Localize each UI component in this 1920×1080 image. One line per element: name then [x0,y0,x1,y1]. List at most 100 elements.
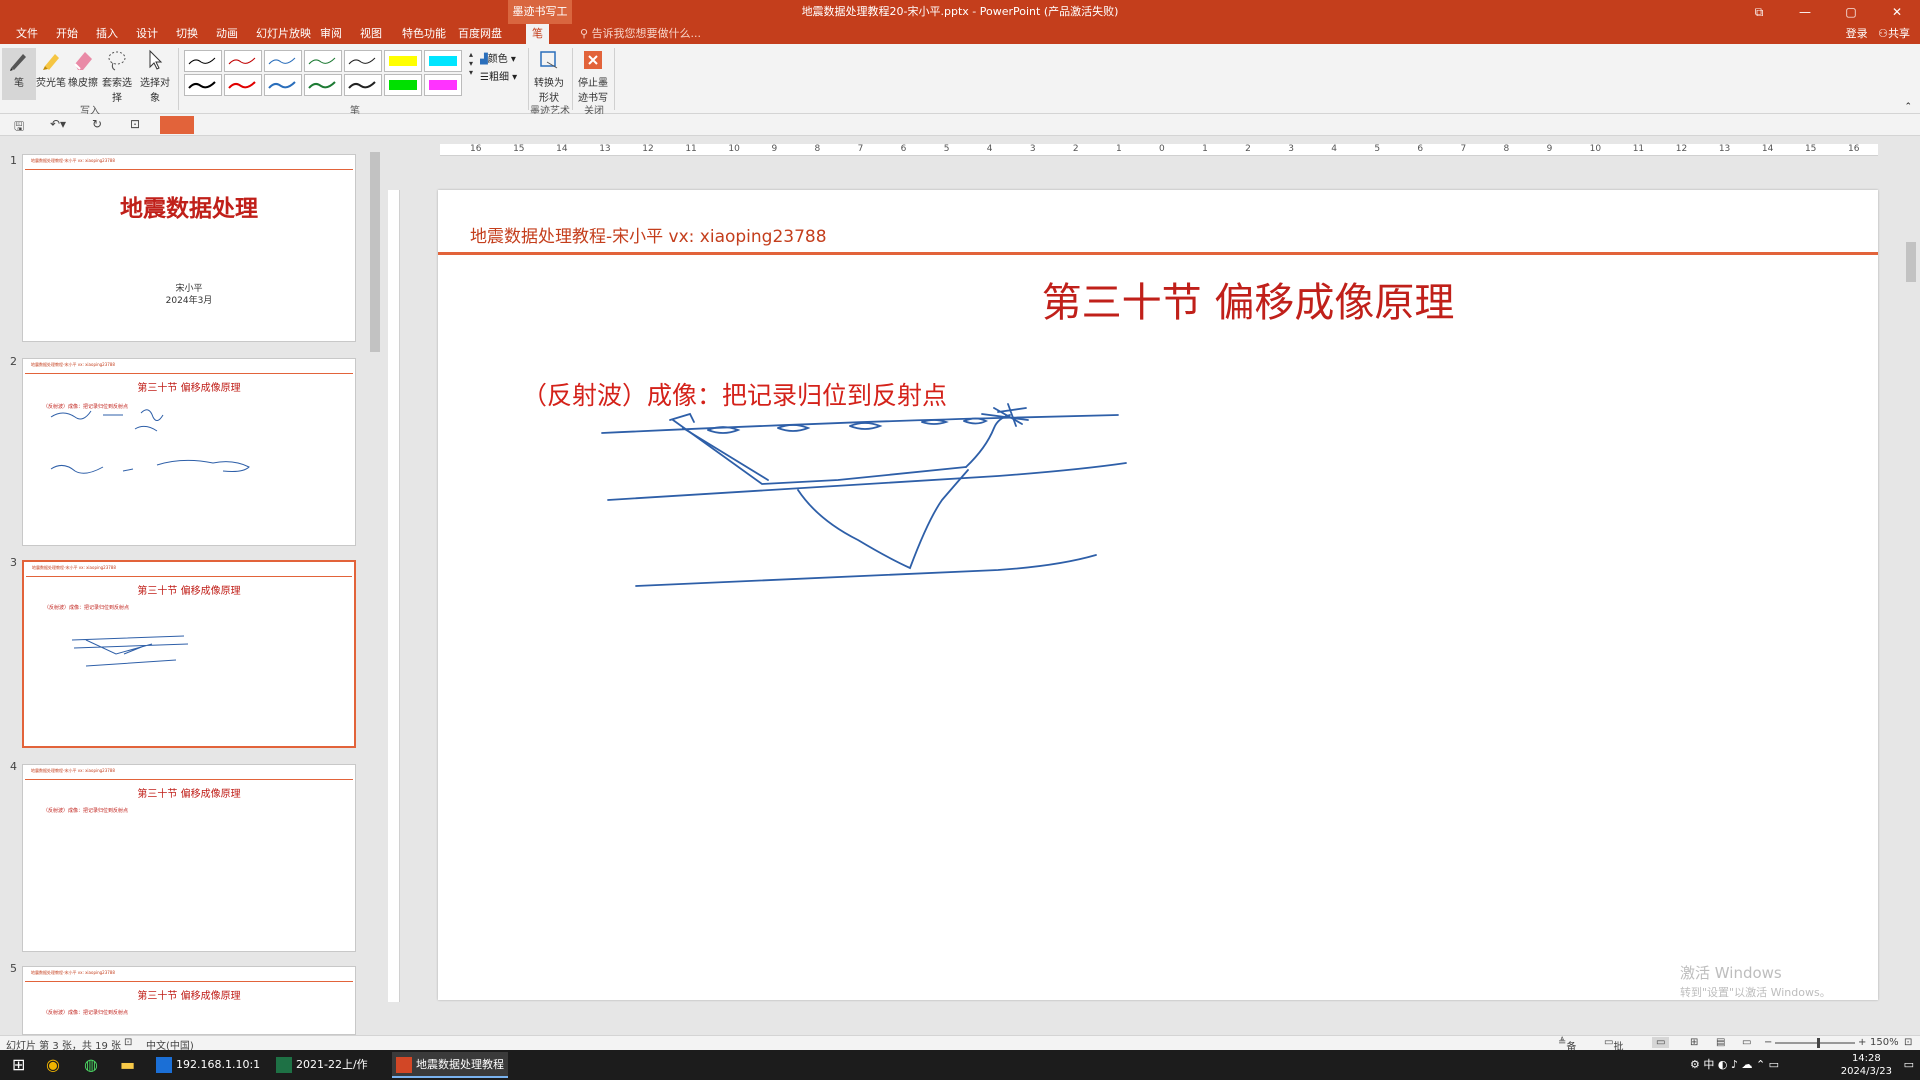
ruler-tick-label: 13 [599,144,611,154]
fit-slide-icon[interactable]: ⊡ [1904,1037,1912,1048]
redo-icon[interactable]: ↻ [92,117,102,131]
tab-view[interactable]: 视图 [354,24,388,44]
pen-swatch[interactable] [424,50,462,72]
ribbon-display-options-icon[interactable]: ⧉ [1736,0,1782,24]
pen-swatch[interactable] [304,50,342,72]
eraser-button[interactable]: 橡皮擦 [66,48,100,89]
tab-file[interactable]: 文件 [10,24,44,44]
undo-icon[interactable]: ↶▾ [50,117,66,131]
thumbnail-header: 地震数据处理教程-宋小平 vx: xiaoping23788 [31,158,115,163]
comments-button[interactable]: ▭ 批注 [1604,1037,1623,1068]
migration-ink-drawing[interactable] [438,190,1878,1000]
ime-indicator[interactable]: 中 [1703,1058,1714,1071]
minimize-button[interactable]: — [1782,0,1828,24]
from-beginning-icon[interactable]: ⊡ [130,117,140,131]
taskbar-app-powerpoint[interactable]: 地震数据处理教程2... [392,1052,508,1078]
notes-button[interactable]: ≜ 备注 [1558,1037,1576,1068]
pen-swatch[interactable] [264,74,302,96]
share-button[interactable]: 共享 [1888,27,1910,40]
slide-thumbnail-1[interactable]: 地震数据处理教程-宋小平 vx: xiaoping23788 地震数据处理 宋小… [22,154,356,342]
tab-slideshow[interactable]: 幻灯片放映 [250,24,317,44]
slide-canvas[interactable]: 地震数据处理教程-宋小平 vx: xiaoping23788 第三十节 偏移成像… [438,190,1878,1000]
window-title: 地震数据处理教程20-宋小平.pptx - PowerPoint (产品激活失败… [801,5,1119,18]
tab-review[interactable]: 审阅 [314,24,348,44]
convert-shapes-icon [540,51,558,69]
zoom-level[interactable]: 150% [1870,1037,1899,1048]
stop-inking-label: 停止墨迹书写 [578,78,608,104]
highlighter-button[interactable]: 荧光笔 [34,48,68,89]
login-link[interactable]: 登录 [1846,27,1868,40]
clock[interactable]: 14:28 2024/3/23 [1841,1052,1892,1078]
tell-me-search[interactable]: ⚲ 告诉我您想要做什么... [580,24,701,44]
zoom-in-icon[interactable]: + [1858,1037,1866,1048]
pen-tool-button[interactable]: 笔 [2,48,36,100]
slide-thumbnail-2[interactable]: 地震数据处理教程-宋小平 vx: xiaoping23788 第三十节 偏移成像… [22,358,356,546]
system-tray-icons[interactable]: ⚙ 中 ◐ ♪ ☁ ⌃ ▭ [1690,1050,1779,1080]
pen-swatch[interactable] [384,74,422,96]
powerpoint-icon [396,1057,412,1073]
pen-swatch[interactable] [384,50,422,72]
slide-sorter-icon[interactable]: ⊞ [1690,1037,1698,1048]
restore-button[interactable]: ▢ [1828,0,1874,24]
pen-gallery-scroll[interactable]: ▴ ▾ ▾ [464,50,478,77]
pen-swatch[interactable] [344,74,382,96]
zoom-slider-track[interactable] [1775,1042,1855,1044]
save-icon[interactable]: 🖫 [14,117,24,138]
scrollbar-thumb[interactable] [1906,242,1916,282]
pen-swatch[interactable] [344,50,382,72]
tab-transitions[interactable]: 切换 [170,24,204,44]
tab-animations[interactable]: 动画 [210,24,244,44]
tab-baidu[interactable]: 百度网盘 [452,24,508,44]
select-objects-button[interactable]: 选择对象 [138,48,172,104]
lasso-select-button[interactable]: 套索选择 [100,48,134,104]
taskbar-app-label: 地震数据处理教程2... [416,1058,504,1071]
tab-pen[interactable]: 笔 [526,24,549,44]
ruler-tick-label: 14 [556,144,568,154]
zoom-slider-thumb[interactable] [1817,1038,1820,1048]
pen-swatch[interactable] [424,74,462,96]
scrollbar-thumb[interactable] [370,152,380,352]
tab-features[interactable]: 特色功能 [396,24,452,44]
clock-time: 14:28 [1851,1053,1881,1064]
pen-gallery [184,50,462,96]
taskbar-app-vnc[interactable]: 192.168.1.10:1 (d... [152,1052,260,1078]
chrome-icon[interactable]: ◉ [46,1050,60,1080]
pen-swatch[interactable] [264,50,302,72]
pen-swatch[interactable] [224,74,262,96]
zoom-out-icon[interactable]: − [1764,1037,1772,1048]
slide-thumbnail-5[interactable]: 地震数据处理教程-宋小平 vx: xiaoping23788 第三十节 偏移成像… [22,966,356,1035]
collapse-ribbon-icon[interactable]: ⌃ [1904,102,1912,112]
pen-swatch[interactable] [184,74,222,96]
ink-reflector-2 [635,554,1097,587]
notifications-icon[interactable]: ▭ [1904,1050,1914,1080]
convert-to-shapes-button[interactable]: 转换为形状 [530,48,568,104]
pen-swatch[interactable] [224,50,262,72]
windows-start-icon[interactable]: ⊞ [12,1050,25,1080]
slide-thumbnail-4[interactable]: 地震数据处理教程-宋小平 vx: xiaoping23788 第三十节 偏移成像… [22,764,356,952]
tab-home[interactable]: 开始 [50,24,84,44]
stop-inking-button[interactable]: 停止墨迹书写 [574,48,612,104]
tab-insert[interactable]: 插入 [90,24,124,44]
reading-view-icon[interactable]: ▤ [1716,1037,1725,1048]
pen-color-dropdown[interactable]: ▟颜色 ▾ [480,50,516,65]
pen-quick-button[interactable] [160,116,194,134]
tab-design[interactable]: 设计 [130,24,164,44]
taskbar-app-excel[interactable]: 2021-22上/作业.xlsx ... [272,1052,380,1078]
slide-thumbnail-3[interactable]: 地震数据处理教程-宋小平 vx: xiaoping23788 第三十节 偏移成像… [22,560,356,748]
close-button[interactable]: ✕ [1874,0,1920,24]
ruler-tick-label: 3 [1029,144,1036,154]
slideshow-icon[interactable]: ▭ [1742,1037,1751,1048]
slide-vertical-scrollbar[interactable] [1904,142,1918,1034]
thumbnails-scrollbar[interactable] [368,142,382,1034]
separator [528,48,529,110]
wechat-icon[interactable]: ◍ [84,1050,98,1080]
ruler-tick-label: 6 [900,144,907,154]
ruler-tick-label: 8 [814,144,821,154]
pen-swatch[interactable] [184,50,222,72]
file-explorer-icon[interactable]: ▬ [120,1050,135,1080]
normal-view-icon[interactable]: ▭ [1652,1037,1670,1048]
vnc-icon [156,1057,172,1073]
spellcheck-icon[interactable]: ⊡ [124,1037,132,1048]
pen-swatch[interactable] [304,74,342,96]
pen-thickness-dropdown[interactable]: ☰粗细 ▾ [480,68,517,83]
